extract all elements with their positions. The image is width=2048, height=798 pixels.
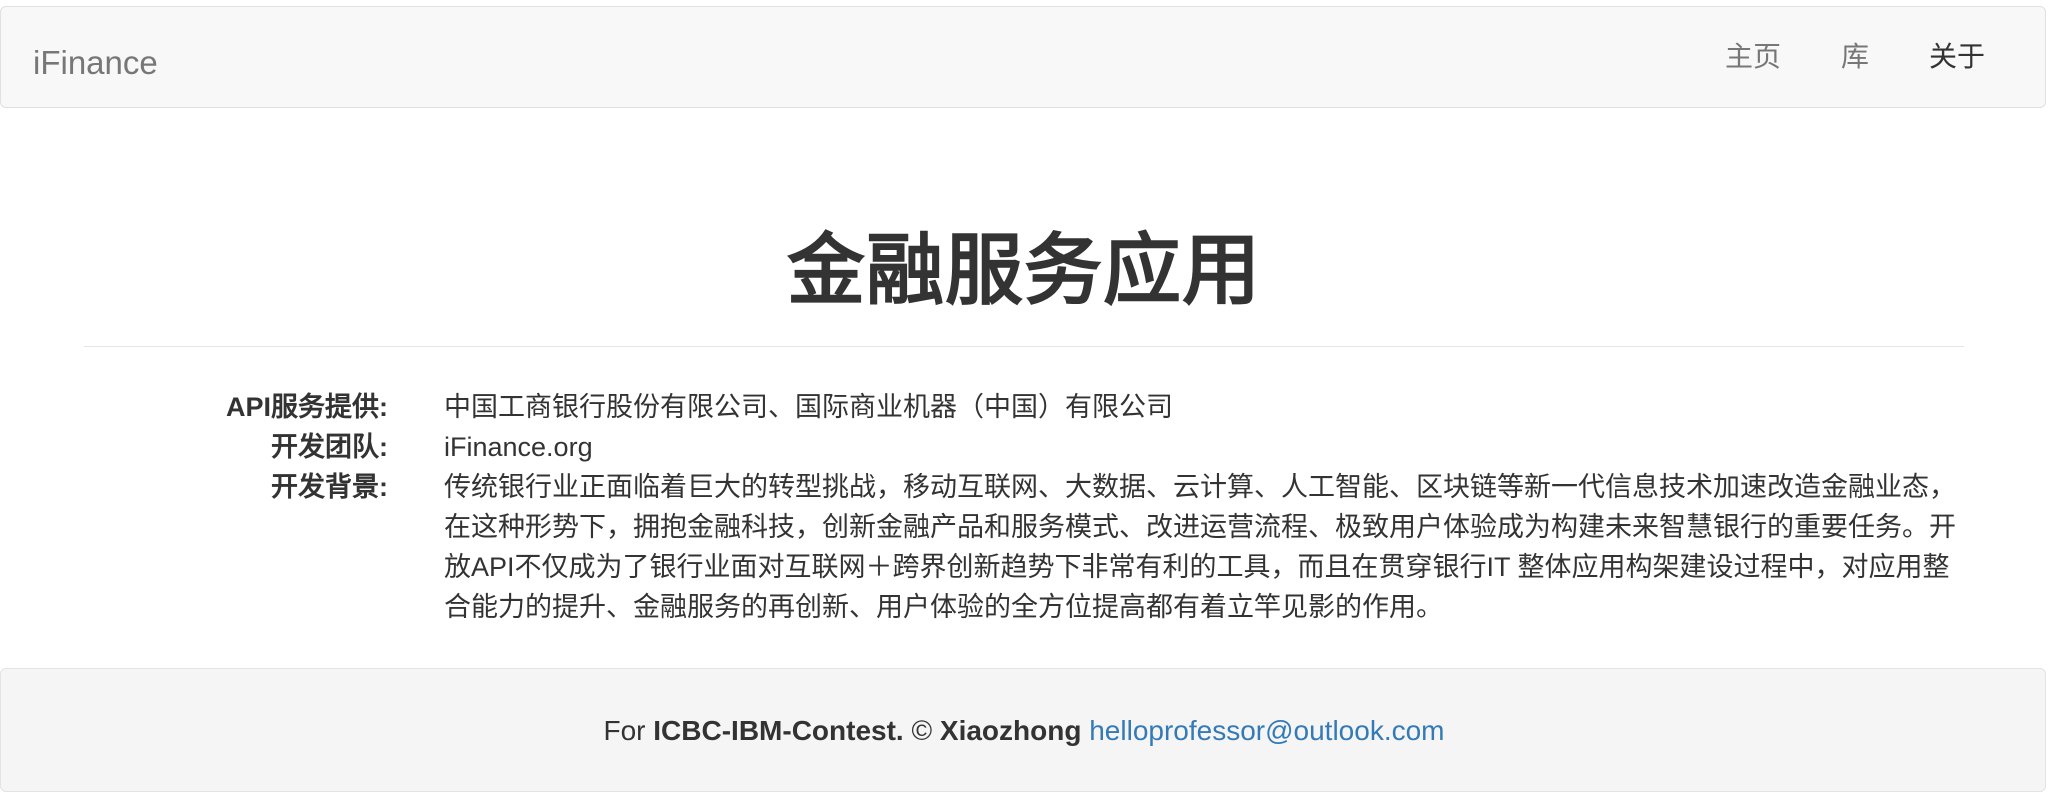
- info-desc-background: 传统银行业正面临着巨大的转型挑战，移动互联网、大数据、云计算、人工智能、区块链等…: [444, 472, 1956, 622]
- info-desc-api-provider: 中国工商银行股份有限公司、国际商业机器（中国）有限公司: [444, 392, 1173, 422]
- footer-author: Xiaozhong: [939, 715, 1082, 746]
- brand-link[interactable]: iFinance: [33, 43, 158, 83]
- footer-contest: ICBC-IBM-Contest.: [653, 715, 904, 746]
- nav-item-library[interactable]: 库: [1811, 39, 1899, 75]
- page: iFinance 主页 库 关于 金融服务应用 API服务提供: 中国工商银行股…: [0, 0, 2048, 798]
- info-term-dev-team: 开发团队:: [271, 432, 388, 462]
- info-row-background: 开发背景: 传统银行业正面临着巨大的转型挑战，移动互联网、大数据、云计算、人工智…: [0, 467, 2048, 627]
- footer: For ICBC-IBM-Contest. © Xiaozhong hellop…: [0, 668, 2046, 792]
- info-desc-dev-team: iFinance.org: [444, 432, 593, 462]
- navbar: iFinance 主页 库 关于: [0, 6, 2046, 108]
- info-term-background: 开发背景:: [271, 472, 388, 502]
- info-list: API服务提供: 中国工商银行股份有限公司、国际商业机器（中国）有限公司 开发团…: [0, 387, 2048, 627]
- footer-prefix: For: [603, 715, 654, 746]
- info-term-api-provider: API服务提供:: [226, 392, 388, 422]
- title-divider: [84, 346, 1964, 347]
- nav-item-home[interactable]: 主页: [1695, 39, 1811, 75]
- footer-email-link[interactable]: helloprofessor@outlook.com: [1089, 715, 1444, 746]
- footer-text: For ICBC-IBM-Contest. © Xiaozhong hellop…: [1, 711, 2047, 751]
- info-row-api-provider: API服务提供: 中国工商银行股份有限公司、国际商业机器（中国）有限公司: [0, 387, 2048, 427]
- footer-copyright: ©: [903, 715, 940, 746]
- nav-menu: 主页 库 关于: [1695, 7, 2045, 107]
- nav-item-about[interactable]: 关于: [1899, 39, 2045, 75]
- info-row-dev-team: 开发团队: iFinance.org: [0, 427, 2048, 467]
- page-title: 金融服务应用: [786, 226, 1261, 314]
